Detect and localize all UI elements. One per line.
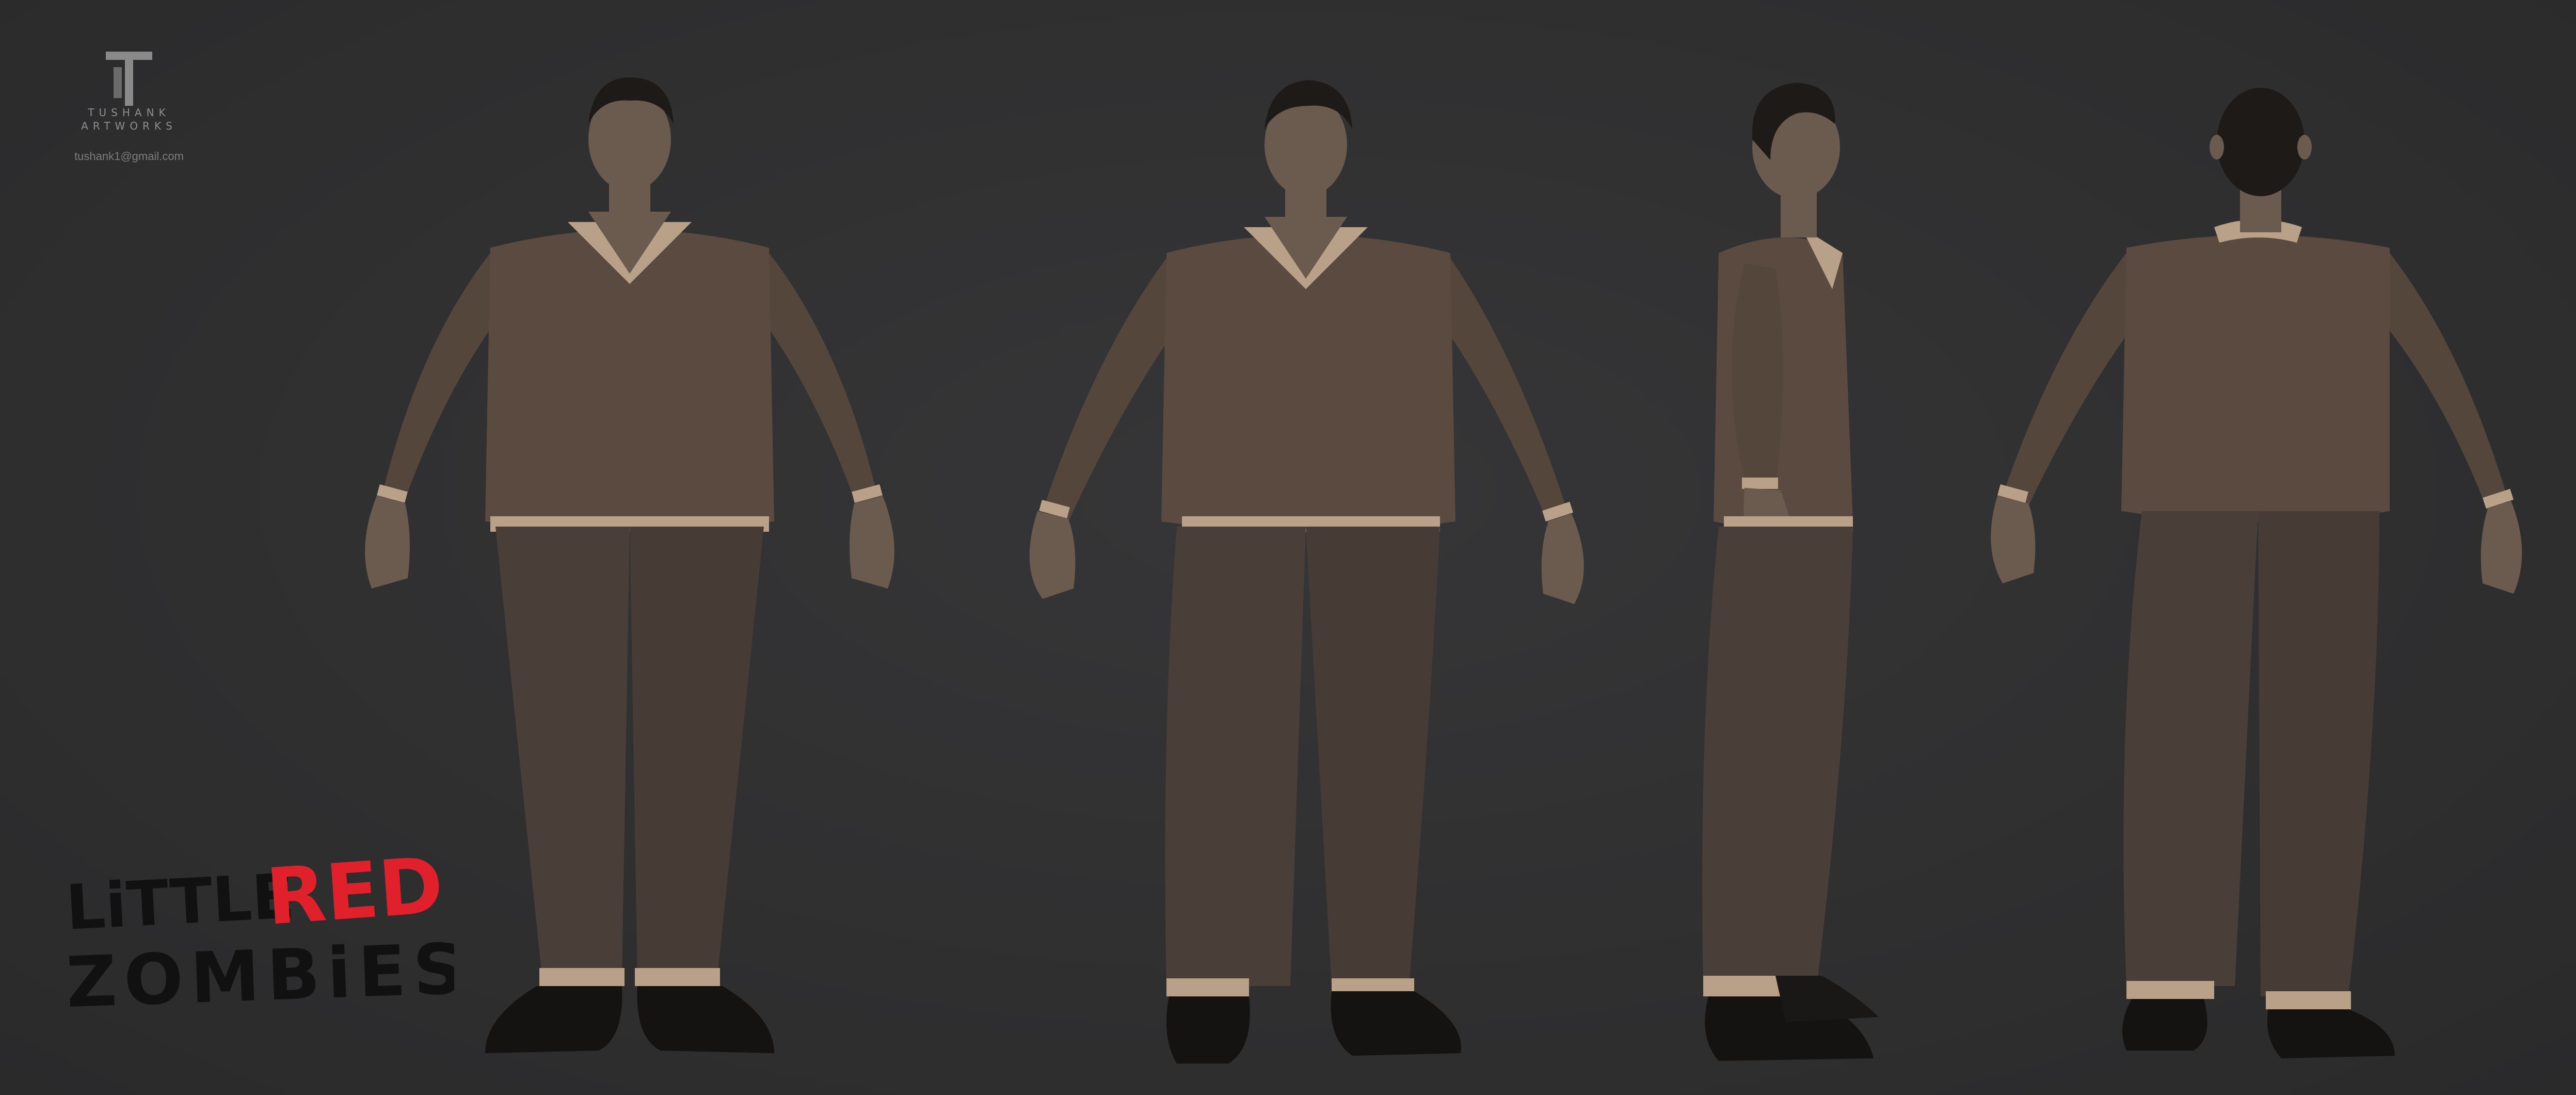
turnaround-canvas: TUSHANK ARTWORKS tushank1@gmail.com LiTT… (0, 0, 2576, 1095)
character-back-view (1987, 57, 2529, 1079)
character-three-quarter-view (1012, 57, 1600, 1079)
studio-name: TUSHANK ARTWORKS (67, 106, 191, 133)
character-side-view (1688, 57, 1905, 1079)
title-word-zombies: ZOMBiES (65, 928, 454, 1022)
contact-email: tushank1@gmail.com (74, 150, 184, 163)
studio-name-line2: ARTWORKS (81, 120, 177, 132)
game-title-logo: LiTTLE RED ZOMBiES (62, 840, 472, 1023)
title-word-little: LiTTLE (64, 861, 296, 944)
studio-name-line1: TUSHANK (88, 106, 170, 119)
